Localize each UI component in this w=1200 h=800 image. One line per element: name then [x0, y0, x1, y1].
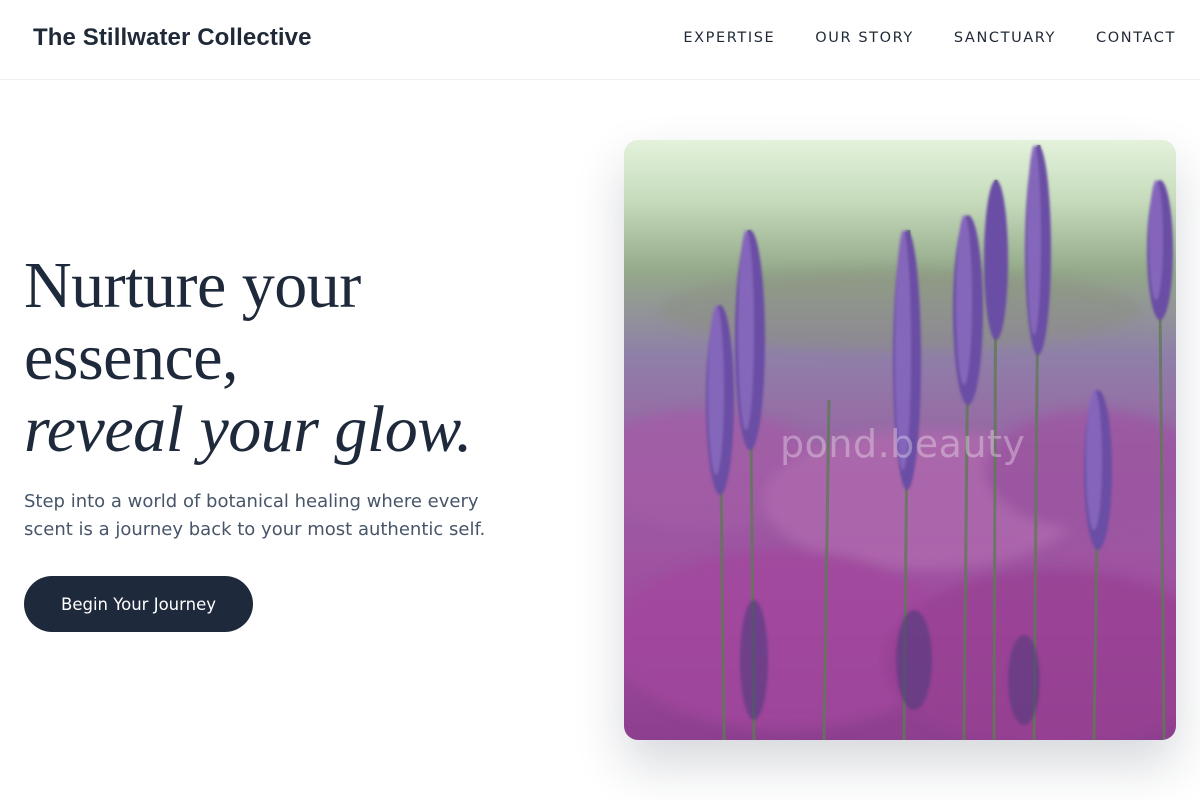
headline-line-2: essence,	[24, 321, 239, 394]
main-nav: EXPERTISE OUR STORY SANCTUARY CONTACT	[683, 30, 1176, 46]
hero-subtitle: Step into a world of botanical healing w…	[24, 491, 486, 540]
headline-line-3: reveal your glow.	[24, 393, 472, 466]
nav-sanctuary[interactable]: SANCTUARY	[954, 30, 1056, 46]
headline-line-1: Nurture your	[24, 249, 361, 322]
hero-lavender-image: pond.beauty	[624, 140, 1176, 740]
hero-headline: Nurture your essence, reveal your glow.	[24, 250, 472, 466]
begin-journey-button[interactable]: Begin Your Journey	[24, 576, 253, 632]
site-header: The Stillwater Collective EXPERTISE OUR …	[0, 0, 1200, 80]
image-watermark: pond.beauty	[780, 422, 1026, 466]
nav-our-story[interactable]: OUR STORY	[815, 30, 914, 46]
nav-expertise[interactable]: EXPERTISE	[683, 30, 775, 46]
nav-contact[interactable]: CONTACT	[1096, 30, 1176, 46]
brand-logo[interactable]: The Stillwater Collective	[33, 24, 312, 52]
